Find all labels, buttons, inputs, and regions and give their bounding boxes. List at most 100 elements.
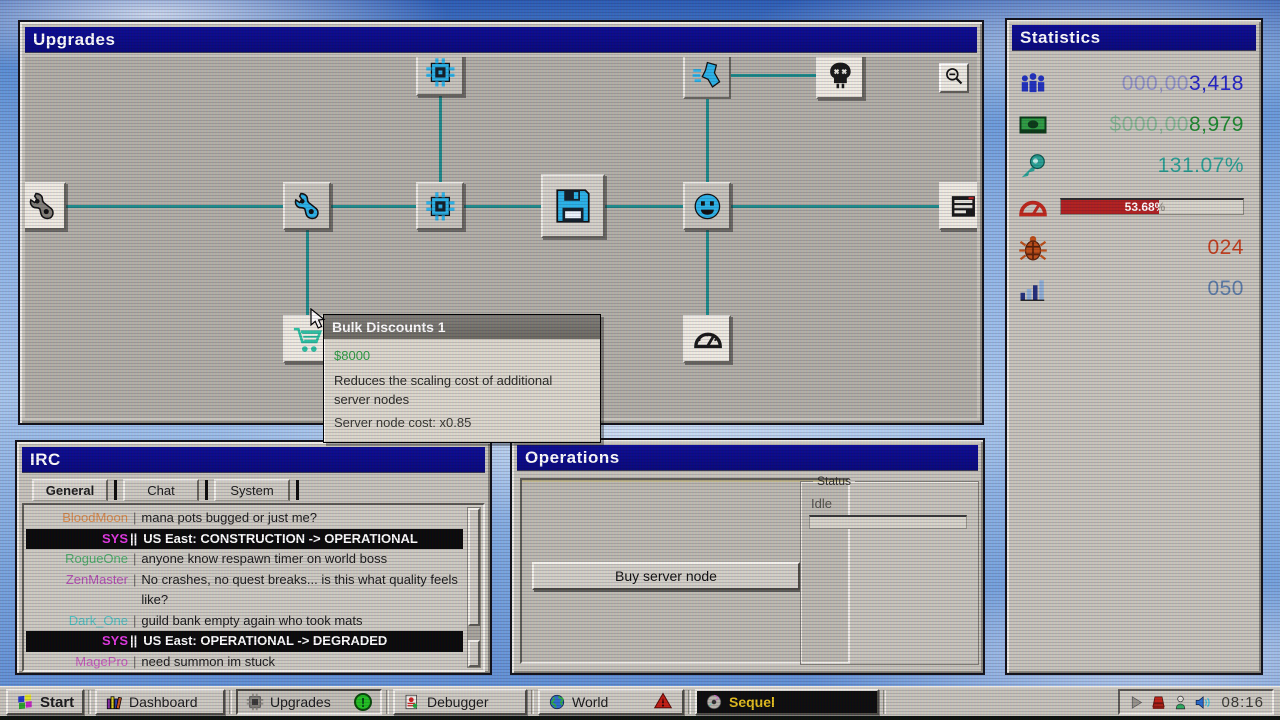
- irc-message-text: guild bank empty again who took mats: [141, 611, 463, 632]
- floppy-icon: [543, 176, 603, 236]
- system-tray: 08:16: [1118, 689, 1274, 715]
- irc-tab-chat[interactable]: Chat: [123, 479, 199, 501]
- operations-title: Operations: [525, 448, 620, 468]
- upgrade-node-skull[interactable]: [816, 57, 864, 99]
- statistics-window: Statistics 000,003,418 $000,008,979 131.07…: [1005, 18, 1263, 675]
- speaker-icon[interactable]: [1194, 694, 1211, 711]
- statistics-titlebar: Statistics: [1012, 25, 1256, 51]
- irc-separator: |: [133, 549, 136, 570]
- stat-row: $000,008,979: [1018, 104, 1252, 145]
- fez-icon[interactable]: [1150, 694, 1167, 711]
- upgrade-node-chip-top[interactable]: [416, 57, 464, 96]
- statistics-title: Statistics: [1020, 28, 1101, 48]
- wrench-icon: [25, 184, 64, 228]
- irc-separator: |: [133, 508, 136, 529]
- irc-chat-message: Dark_One|guild bank empty again who took…: [26, 611, 463, 632]
- gauge-dark-icon: [685, 317, 729, 361]
- stat-value: 024: [1058, 236, 1252, 260]
- upgrade-node-rack[interactable]: [939, 182, 977, 230]
- zoom-out-button[interactable]: [939, 63, 969, 93]
- tab-divider: [296, 480, 299, 500]
- stat-row: 131.07%: [1018, 145, 1252, 186]
- status-text: Idle: [811, 496, 970, 511]
- stat-row: 53.68%53.68%: [1018, 186, 1252, 227]
- status-groupbox: Status Idle: [800, 474, 979, 665]
- upgrade-node-floppy[interactable]: [541, 174, 605, 238]
- boot-icon: [685, 57, 729, 97]
- irc-system-message: SYS||US East: OPERATIONAL -> DEGRADED: [26, 631, 463, 652]
- upgrade-node-chip[interactable]: [416, 182, 464, 230]
- irc-message-text: need summon im stuck: [141, 652, 463, 673]
- upgrade-tooltip: Bulk Discounts 1 $8000 Reduces the scali…: [323, 314, 601, 443]
- stat-value-main: 131.07%: [1158, 154, 1244, 177]
- buy-server-node-button[interactable]: Buy server node: [532, 562, 800, 590]
- chip-icon: [418, 57, 462, 94]
- irc-message-text: US East: OPERATIONAL -> DEGRADED: [143, 631, 463, 652]
- bug-icon: [1018, 233, 1052, 263]
- irc-scrollbar[interactable]: [467, 507, 481, 668]
- irc-scrollbar-end[interactable]: [468, 640, 480, 667]
- chip-icon: [418, 184, 462, 228]
- mouse-cursor: [310, 308, 328, 332]
- taskbar-button-upgrades[interactable]: Upgrades!: [236, 689, 382, 715]
- people-icon: [1018, 69, 1052, 99]
- books-icon: [105, 693, 123, 711]
- magnifier-minus-icon: [944, 66, 964, 91]
- gauge-red-icon: [1018, 192, 1052, 222]
- taskbar-button-label: Sequel: [729, 694, 869, 710]
- play-icon[interactable]: [1128, 694, 1145, 711]
- statistics-rows: 000,003,418 $000,008,979 131.07% 53.68%53.6…: [1012, 55, 1256, 309]
- tab-divider: [114, 480, 117, 500]
- irc-scrollbar-thumb[interactable]: [468, 508, 480, 626]
- heat-progress-bar: 53.68%53.68%: [1060, 198, 1244, 215]
- taskbar-button-world[interactable]: World: [538, 689, 684, 715]
- taskbar-divider: [531, 690, 534, 714]
- irc-message-text: US East: CONSTRUCTION -> OPERATIONAL: [143, 529, 463, 550]
- irc-nick: MagePro: [26, 652, 128, 673]
- taskbar-divider: [88, 690, 91, 714]
- irc-separator: ||: [130, 529, 137, 550]
- irc-tab-bar: General Chat System: [22, 477, 485, 501]
- irc-tab-general[interactable]: General: [32, 479, 108, 501]
- sprite-icon[interactable]: [1172, 694, 1189, 711]
- upgrade-node-boot[interactable]: [683, 57, 731, 99]
- irc-message-text: anyone know respawn timer on world boss: [141, 549, 463, 570]
- upgrade-node-smiley[interactable]: [683, 182, 731, 230]
- stat-row: 050: [1018, 268, 1252, 309]
- upgrade-node-wrench-owned[interactable]: [25, 182, 66, 230]
- taskbar-button-dashboard[interactable]: Dashboard: [95, 689, 225, 715]
- upgrade-node-gauge[interactable]: [683, 315, 731, 363]
- stat-row: 000,003,418: [1018, 63, 1252, 104]
- taskbar-divider: [386, 690, 389, 714]
- taskbar-button-label: Dashboard: [129, 694, 215, 710]
- chip-grey-icon: [246, 693, 264, 711]
- irc-separator: |: [133, 570, 136, 611]
- rack-icon: [941, 184, 977, 228]
- upgrade-node-wrench[interactable]: [283, 182, 331, 230]
- start-icon: [16, 693, 34, 711]
- disc-icon: [705, 693, 723, 711]
- globe-icon: [548, 693, 566, 711]
- upgrades-title: Upgrades: [33, 30, 115, 50]
- taskbar-button-sequel[interactable]: Sequel: [695, 689, 879, 715]
- stat-value: $000,008,979: [1058, 113, 1252, 137]
- taskbar-button-label: World: [572, 694, 648, 710]
- irc-nick: RogueOne: [26, 549, 128, 570]
- wrench-icon: [285, 184, 329, 228]
- skull-icon: [818, 57, 862, 97]
- irc-tab-system[interactable]: System: [214, 479, 290, 501]
- progress-label: 53.68%: [1061, 200, 1159, 213]
- upgrade-tree-edge: [42, 205, 963, 208]
- irc-message-text: mana pots bugged or just me?: [141, 508, 463, 529]
- tab-divider: [205, 480, 208, 500]
- irc-chat-area: BloodMoon|mana pots bugged or just me?SY…: [22, 503, 485, 672]
- taskbar-button-start[interactable]: Start: [6, 689, 84, 715]
- irc-system-message: SYS|| US East: CONSTRUCTION -> OPERATIONA…: [26, 529, 463, 550]
- taskbar-button-label: Debugger: [427, 694, 517, 710]
- irc-nick: SYS: [26, 529, 128, 550]
- taskbar-divider: [883, 690, 886, 714]
- stat-row: 024: [1018, 227, 1252, 268]
- irc-nick: BloodMoon: [26, 508, 128, 529]
- smiley-icon: [685, 184, 729, 228]
- taskbar-button-debugger[interactable]: Debugger: [393, 689, 527, 715]
